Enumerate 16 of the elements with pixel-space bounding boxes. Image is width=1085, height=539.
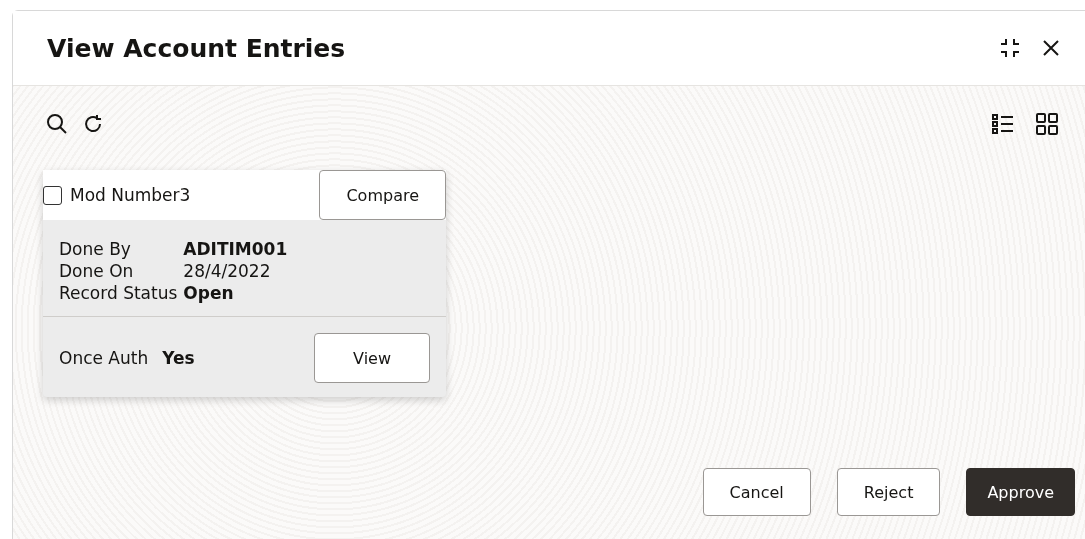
field-value: ADITIM001: [183, 238, 289, 260]
checkbox-icon[interactable]: [43, 185, 62, 205]
field-value: Yes: [162, 348, 195, 368]
secondary-button[interactable]: Reject: [836, 468, 941, 516]
secondary-button[interactable]: Cancel: [702, 468, 811, 516]
primary-button[interactable]: Approve: [966, 468, 1075, 516]
view-button[interactable]: View: [314, 333, 430, 383]
field-label: Done On: [59, 260, 135, 282]
mod-number-checkbox[interactable]: Mod Number3: [43, 185, 191, 205]
window-title: View Account Entries: [47, 33, 347, 63]
field-label: Once Auth: [59, 348, 149, 368]
field-value: Open: [183, 282, 235, 304]
field-label: Record Status: [59, 282, 178, 304]
compare-button[interactable]: Compare: [319, 170, 446, 220]
field-label: Done By: [59, 238, 132, 260]
field-value: 28/4/2022: [183, 260, 272, 282]
